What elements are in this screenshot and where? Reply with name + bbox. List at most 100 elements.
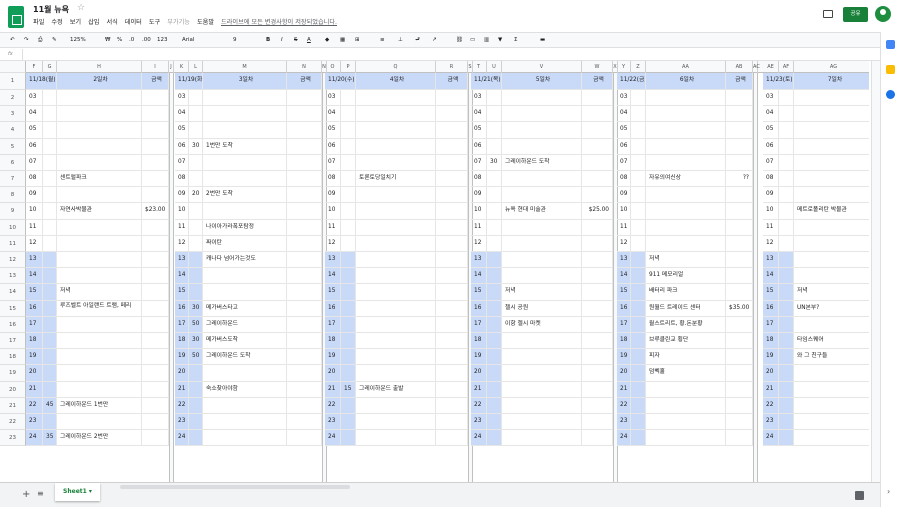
horizontal-scrollbar[interactable] — [120, 485, 350, 489]
amount-cell[interactable] — [142, 333, 169, 350]
hour-cell[interactable]: 07 — [617, 154, 631, 171]
amount-cell[interactable] — [287, 252, 322, 269]
input-tools-icon[interactable]: ▬ — [540, 33, 545, 48]
more-formats-button[interactable]: 123 — [157, 33, 168, 48]
minute-cell[interactable] — [189, 90, 203, 107]
minute-cell[interactable] — [487, 138, 502, 155]
amount-cell[interactable] — [726, 106, 753, 123]
activity-cell[interactable] — [203, 397, 287, 414]
minute-cell[interactable] — [189, 365, 203, 382]
hour-cell[interactable]: 19 — [26, 349, 43, 366]
day-cell[interactable]: 2일차 — [57, 73, 142, 90]
hour-cell[interactable]: 12 — [763, 235, 779, 252]
activity-cell[interactable] — [203, 284, 287, 301]
minute-cell[interactable] — [43, 284, 57, 301]
spreadsheet-grid[interactable]: 1 2 3 4 5 6 7 8 9 10 11 12 13 14 15 16 17 18 19 20 21 22 23 F G H… — [0, 61, 869, 482]
hour-cell[interactable]: 15 — [175, 284, 189, 301]
hour-cell[interactable]: 23 — [617, 414, 631, 431]
activity-cell[interactable] — [203, 122, 287, 139]
amount-cell[interactable] — [582, 138, 613, 155]
comment-icon[interactable] — [823, 10, 833, 18]
hour-cell[interactable]: 11 — [26, 219, 43, 236]
activity-cell[interactable] — [57, 365, 142, 382]
hour-cell[interactable]: 21 — [617, 381, 631, 398]
day-cell[interactable]: 7일차 — [794, 73, 869, 90]
hour-cell[interactable]: 03 — [26, 90, 43, 107]
activity-cell[interactable] — [794, 139, 869, 155]
amount-cell[interactable] — [582, 349, 613, 366]
amount-cell[interactable] — [582, 90, 613, 107]
amount-cell[interactable] — [142, 268, 169, 285]
minute-cell[interactable] — [487, 349, 502, 366]
hour-cell[interactable]: 18 — [471, 333, 487, 350]
activity-cell[interactable] — [203, 154, 287, 171]
hour-cell[interactable]: 24 — [175, 430, 189, 447]
amount-cell[interactable] — [287, 365, 322, 382]
all-sheets-icon[interactable]: ≡ — [37, 489, 44, 498]
minute-cell[interactable] — [43, 171, 57, 188]
tasks-icon[interactable] — [886, 90, 895, 99]
hour-cell[interactable]: 07 — [175, 154, 189, 171]
activity-cell[interactable] — [57, 333, 142, 350]
hour-cell[interactable]: 14 — [26, 268, 43, 285]
activity-cell[interactable]: 1번만 도착 — [203, 138, 287, 155]
day-cell[interactable]: 6일차 — [646, 73, 726, 90]
amount-cell[interactable] — [726, 268, 753, 285]
minute-cell[interactable] — [779, 300, 794, 317]
hour-cell[interactable]: 03 — [325, 90, 341, 107]
amount-cell[interactable] — [436, 138, 468, 155]
minute-cell[interactable] — [631, 154, 646, 171]
minute-cell[interactable] — [341, 171, 356, 188]
activity-cell[interactable] — [203, 203, 287, 220]
column-header[interactable]: Q — [356, 61, 436, 73]
row-header[interactable]: 4 — [0, 122, 26, 139]
amount-cell[interactable] — [436, 349, 468, 366]
amount-cell[interactable] — [287, 414, 322, 431]
minute-cell[interactable] — [43, 365, 57, 382]
minute-cell[interactable] — [189, 219, 203, 236]
amount-cell[interactable] — [142, 122, 169, 139]
day-cell[interactable]: 4일차 — [356, 73, 436, 90]
activity-cell[interactable] — [502, 171, 582, 188]
hour-cell[interactable]: 08 — [325, 171, 341, 188]
hour-cell[interactable]: 21 — [325, 381, 341, 398]
hour-cell[interactable]: 15 — [471, 284, 487, 301]
amount-cell[interactable] — [436, 414, 468, 431]
amount-cell[interactable] — [287, 333, 322, 350]
hour-cell[interactable]: 21 — [175, 381, 189, 398]
hour-cell[interactable]: 16 — [175, 300, 189, 317]
hour-cell[interactable]: 07 — [763, 154, 779, 171]
activity-cell[interactable] — [356, 122, 436, 139]
minute-cell[interactable] — [779, 171, 794, 188]
activity-cell[interactable] — [794, 268, 869, 285]
hour-cell[interactable]: 17 — [26, 316, 43, 333]
activity-cell[interactable] — [794, 382, 869, 398]
amount-cell[interactable]: $25.00 — [582, 203, 613, 220]
hour-cell[interactable]: 16 — [471, 300, 487, 317]
activity-cell[interactable] — [57, 381, 142, 398]
activity-cell[interactable] — [203, 90, 287, 107]
row-header[interactable]: 13 — [0, 268, 26, 285]
column-header[interactable]: AC — [753, 61, 760, 73]
amount-cell[interactable] — [287, 397, 322, 414]
minute-cell[interactable]: 30 — [189, 300, 203, 317]
amount-cell[interactable] — [582, 187, 613, 204]
amount-cell[interactable] — [142, 219, 169, 236]
minute-cell[interactable] — [341, 349, 356, 366]
day-cell[interactable]: 5일차 — [502, 73, 582, 90]
minute-cell[interactable] — [43, 381, 57, 398]
amount-cell[interactable] — [287, 430, 322, 447]
column-header[interactable]: AE — [763, 61, 779, 73]
hour-cell[interactable]: 03 — [763, 90, 779, 107]
hour-cell[interactable]: 09 — [763, 187, 779, 204]
minute-cell[interactable] — [779, 219, 794, 236]
hour-cell[interactable]: 12 — [325, 235, 341, 252]
minute-cell[interactable] — [341, 235, 356, 252]
amount-cell[interactable] — [436, 203, 468, 220]
hour-cell[interactable]: 11 — [175, 219, 189, 236]
minute-cell[interactable] — [487, 106, 502, 123]
amount-cell[interactable] — [142, 365, 169, 382]
expand-panel-icon[interactable]: › — [887, 487, 890, 496]
rotate-icon[interactable]: ↗ — [432, 33, 437, 48]
minute-cell[interactable] — [779, 106, 794, 123]
